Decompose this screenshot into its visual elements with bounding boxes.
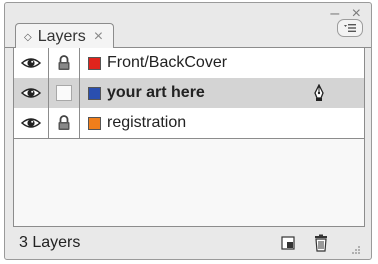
resize-grip-icon[interactable]: [351, 245, 361, 255]
eye-icon: [21, 88, 41, 98]
tab-layers[interactable]: ◇ Layers ×: [15, 23, 115, 50]
lock-toggle[interactable]: [49, 78, 80, 108]
lock-toggle[interactable]: [49, 48, 80, 78]
visibility-toggle[interactable]: [14, 48, 49, 78]
layer-name-cell[interactable]: registration: [80, 108, 364, 138]
layer-color-swatch: [88, 116, 101, 130]
trash-icon[interactable]: [313, 234, 329, 252]
new-layer-icon[interactable]: [281, 236, 295, 250]
pen-icon: [314, 84, 324, 101]
layer-count: 3 Layers: [19, 234, 81, 251]
layers-panel: – × ◇ Layers × Front/BackCover your art …: [4, 2, 372, 260]
visibility-toggle[interactable]: [14, 78, 49, 108]
layer-name-cell[interactable]: your art here: [80, 78, 364, 108]
layer-row-selected[interactable]: your art here: [14, 78, 364, 109]
tab-label: Layers: [37, 28, 86, 45]
unlocked-box: [56, 85, 72, 101]
layer-name-cell[interactable]: Front/BackCover: [80, 48, 364, 78]
panel-footer: 3 Layers: [13, 229, 363, 257]
eye-icon: [21, 58, 41, 68]
layer-color-swatch: [88, 56, 101, 70]
lock-toggle[interactable]: [49, 108, 80, 138]
layers-list: Front/BackCover your art here registrati…: [13, 48, 365, 227]
panel-menu-button[interactable]: [337, 19, 363, 37]
lock-icon: [58, 115, 70, 130]
lock-icon: [58, 55, 70, 70]
layer-row[interactable]: registration: [14, 108, 364, 139]
layer-name: your art here: [107, 84, 205, 101]
layer-row[interactable]: Front/BackCover: [14, 48, 364, 79]
layer-color-swatch: [88, 86, 101, 100]
visibility-toggle[interactable]: [14, 108, 49, 138]
layer-name: Front/BackCover: [107, 54, 228, 71]
panel-menu-icon: [344, 24, 356, 32]
expand-diamond-icon[interactable]: ◇: [24, 32, 32, 43]
tab-strip: ◇ Layers ×: [5, 17, 371, 50]
layer-name: registration: [107, 114, 187, 131]
close-icon[interactable]: ×: [94, 28, 103, 46]
eye-icon: [21, 118, 41, 128]
